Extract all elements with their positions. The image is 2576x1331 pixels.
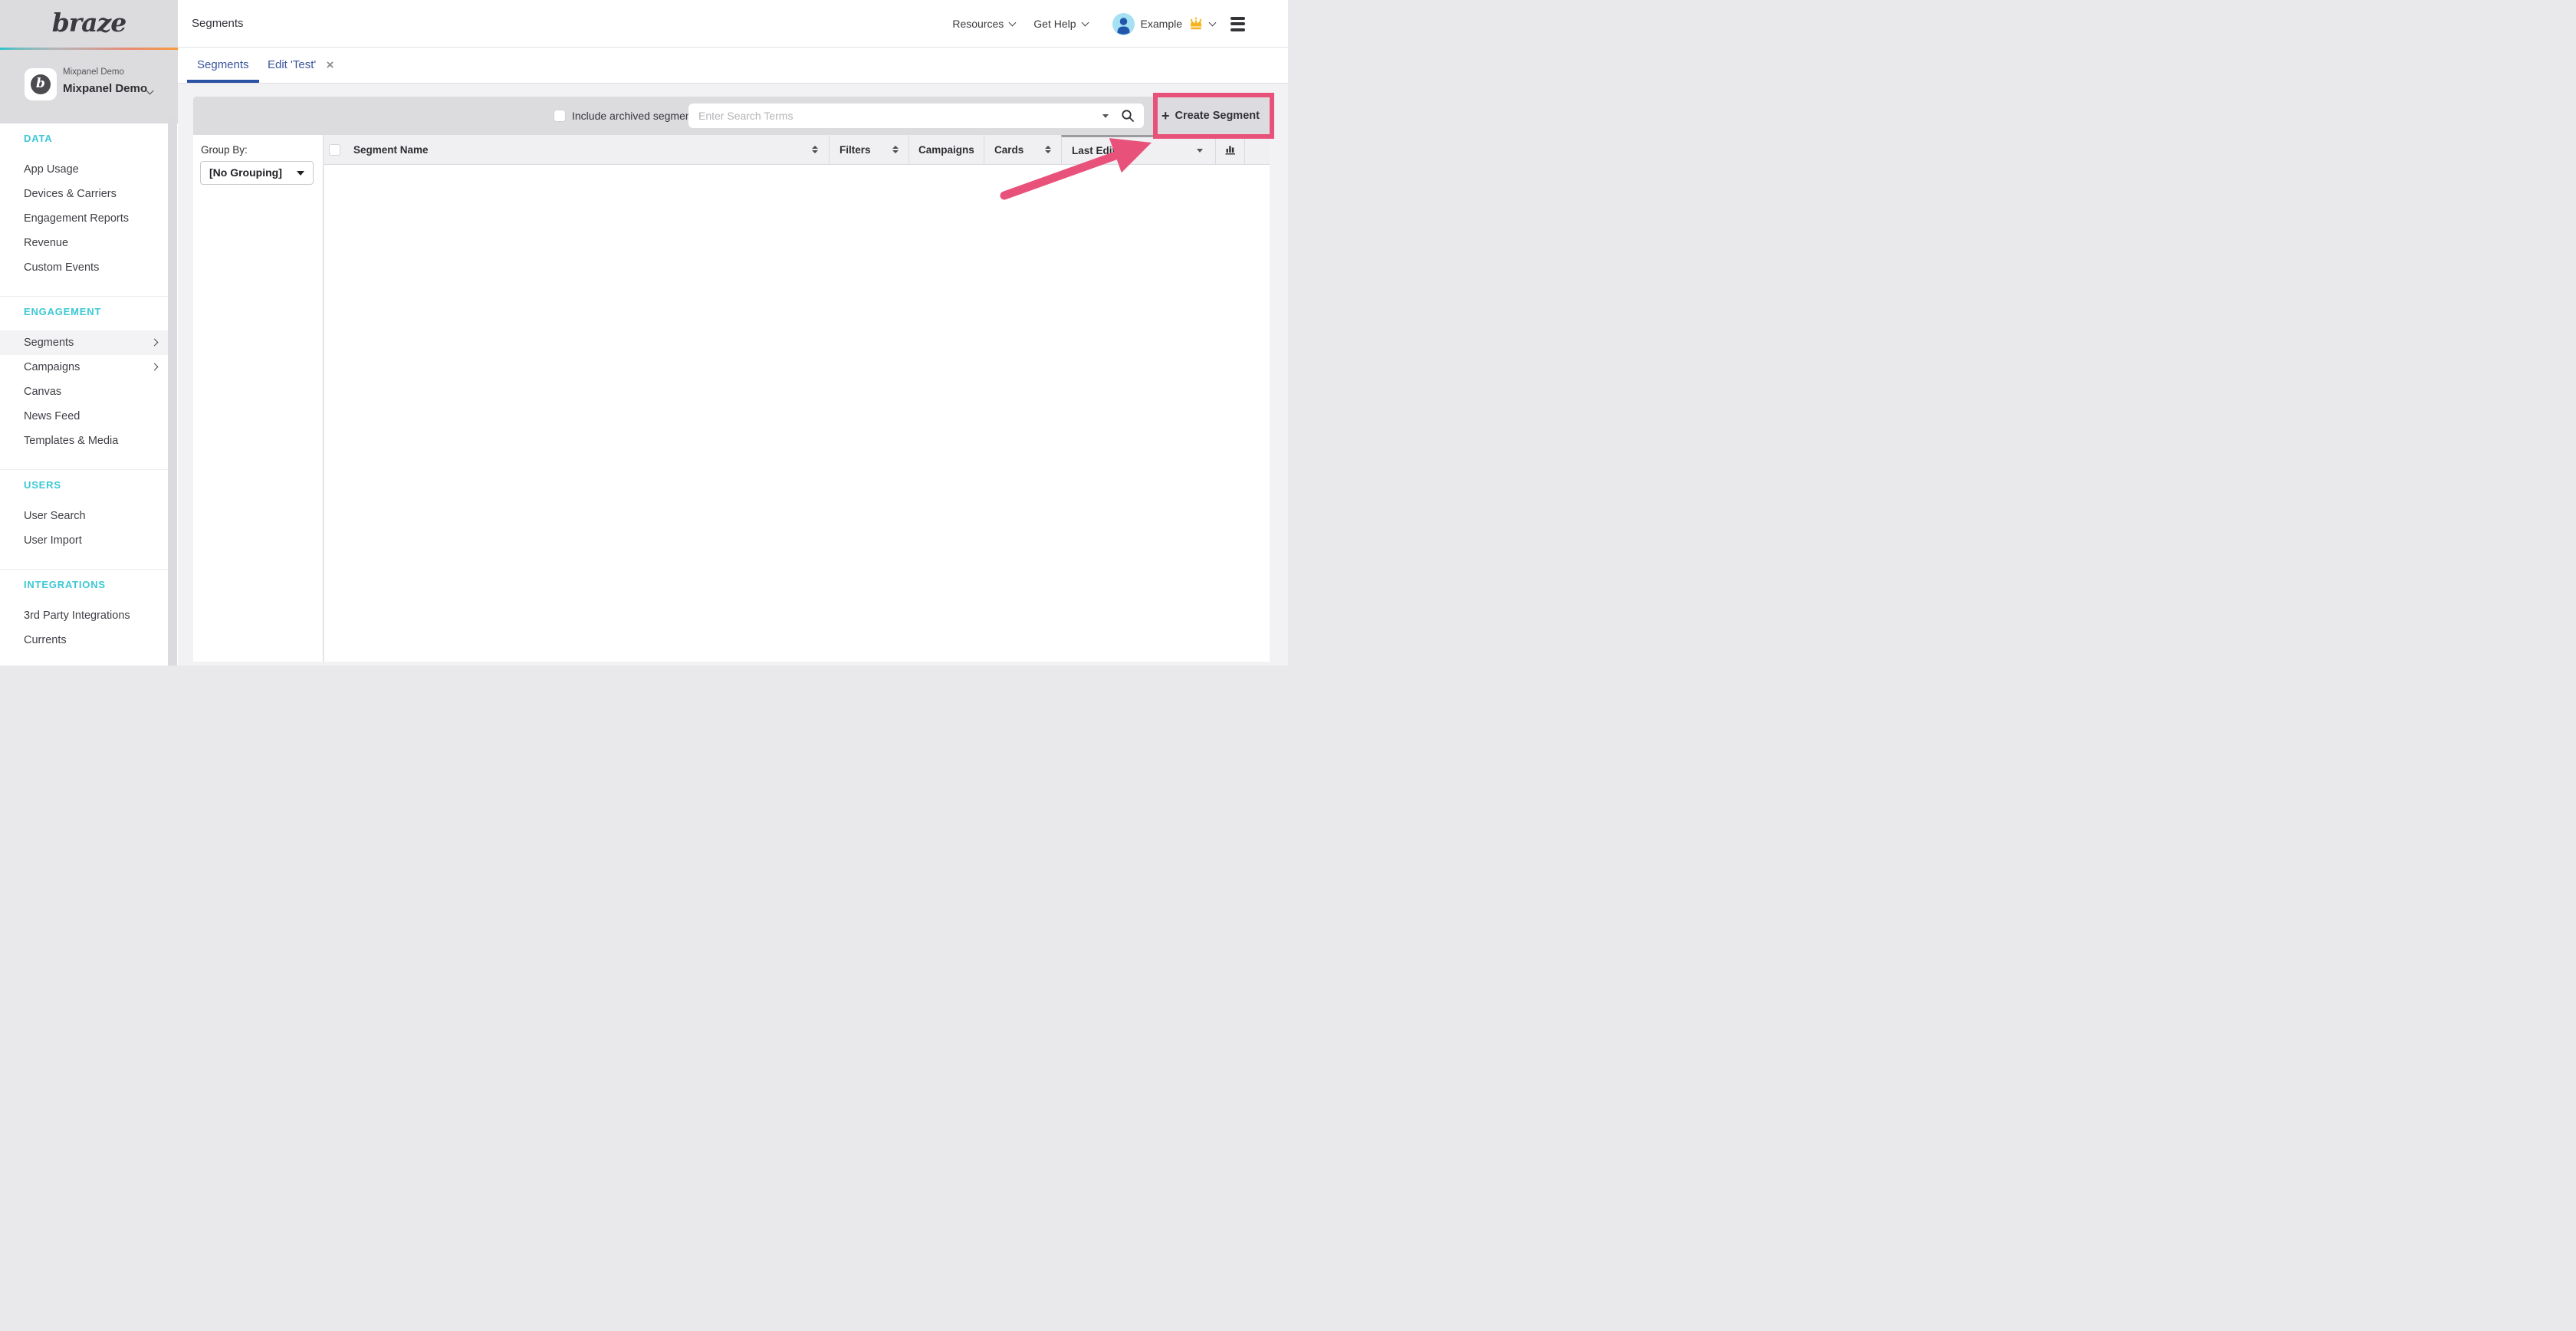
resources-label: Resources xyxy=(952,18,1004,30)
workspace-company: Mixpanel Demo xyxy=(63,67,124,77)
search-input[interactable] xyxy=(688,104,1087,128)
create-segment-label: Create Segment xyxy=(1175,110,1260,122)
sort-icon[interactable] xyxy=(812,146,818,154)
sidebar-item-campaigns[interactable]: Campaigns xyxy=(0,355,168,380)
column-label: Segment Name xyxy=(353,144,429,156)
sidebar-item-custom-events[interactable]: Custom Events xyxy=(0,255,168,280)
logo-block: braze xyxy=(0,0,178,48)
avatar xyxy=(1112,13,1135,35)
chevron-down-icon xyxy=(1009,19,1017,27)
bar-chart-icon xyxy=(1224,143,1237,156)
top-header: Segments Resources Get Help Example xyxy=(178,0,1288,48)
sidebar-item-templates-media[interactable]: Templates & Media xyxy=(0,429,168,453)
tab-label: Segments xyxy=(197,58,249,71)
user-menu[interactable]: Example xyxy=(1112,13,1215,35)
chevron-down-icon xyxy=(1209,19,1217,27)
sidebar-item-user-import[interactable]: User Import xyxy=(0,528,168,553)
column-label: Cards xyxy=(994,144,1024,156)
group-by-panel: Group By: [No Grouping] xyxy=(193,135,324,662)
include-archived-label: Include archived segments xyxy=(572,110,700,122)
get-help-menu[interactable]: Get Help xyxy=(1033,18,1087,30)
workspace-app-icon: b xyxy=(25,68,57,100)
column-label: Last Edited xyxy=(1072,145,1128,156)
plus-icon: + xyxy=(1162,109,1170,123)
nav-section-data: DATA App Usage Devices & Carriers Engage… xyxy=(0,123,168,297)
column-segment-name[interactable]: Segment Name xyxy=(344,135,829,164)
search-icon[interactable] xyxy=(1121,109,1135,123)
sidebar-item-revenue[interactable]: Revenue xyxy=(0,231,168,255)
sidebar-item-label: Segments xyxy=(24,337,74,349)
column-cards[interactable]: Cards xyxy=(984,135,1061,164)
get-help-label: Get Help xyxy=(1033,18,1076,30)
chevron-down-icon xyxy=(1081,19,1089,27)
sidebar: braze b Mixpanel Demo Mixpanel Demo DATA… xyxy=(0,0,178,666)
sort-icon[interactable] xyxy=(1045,146,1051,154)
active-tab-underline xyxy=(187,80,259,83)
chevron-right-icon xyxy=(151,339,159,347)
chevron-down-icon xyxy=(146,87,154,95)
close-icon[interactable]: × xyxy=(326,48,334,83)
braze-app: braze b Mixpanel Demo Mixpanel Demo DATA… xyxy=(0,0,1288,666)
hamburger-menu-icon[interactable] xyxy=(1230,14,1245,35)
nav-section-engagement: ENGAGEMENT Segments Campaigns Canvas New… xyxy=(0,297,168,470)
crown-icon xyxy=(1188,17,1204,31)
segments-table-header: Segment Name Filters Campaigns Cards Las… xyxy=(324,135,1270,165)
user-name: Example xyxy=(1141,18,1182,30)
select-all-checkbox[interactable] xyxy=(329,144,340,156)
sidebar-item-user-search[interactable]: User Search xyxy=(0,504,168,528)
section-heading-engagement: ENGAGEMENT xyxy=(0,297,168,326)
column-campaigns[interactable]: Campaigns xyxy=(909,135,984,164)
column-label: Campaigns xyxy=(918,144,974,156)
group-by-label: Group By: xyxy=(201,144,248,156)
section-heading-users: USERS xyxy=(0,470,168,499)
column-analytics[interactable] xyxy=(1215,135,1244,164)
tab-label: Edit 'Test' xyxy=(268,58,316,71)
sidebar-scrollbar[interactable] xyxy=(168,116,177,666)
workspace-name: Mixpanel Demo xyxy=(63,82,147,95)
dropdown-caret-icon[interactable] xyxy=(1197,149,1203,153)
search-dropdown-caret-icon[interactable] xyxy=(1102,114,1109,118)
include-archived-checkbox[interactable] xyxy=(554,110,566,122)
sort-icon[interactable] xyxy=(892,146,899,154)
select-all-cell xyxy=(324,135,344,164)
nav-section-users: USERS User Search User Import xyxy=(0,470,168,570)
resources-menu[interactable]: Resources xyxy=(952,18,1015,30)
sidebar-item-engagement-reports[interactable]: Engagement Reports xyxy=(0,206,168,231)
tabs-bar: Segments Edit 'Test' × xyxy=(178,48,1288,84)
sidebar-item-devices-carriers[interactable]: Devices & Carriers xyxy=(0,182,168,206)
column-label: Filters xyxy=(840,144,871,156)
sidebar-item-segments[interactable]: Segments xyxy=(0,330,168,355)
top-nav: Resources Get Help Example xyxy=(952,0,1288,48)
column-last-edited[interactable]: Last Edited xyxy=(1061,135,1215,164)
segment-search-box xyxy=(688,104,1144,128)
sidebar-item-currents[interactable]: Currents xyxy=(0,628,168,652)
chevron-right-icon xyxy=(151,363,159,371)
group-by-value: [No Grouping] xyxy=(209,162,282,184)
dropdown-caret-icon xyxy=(297,171,304,176)
braze-logo: braze xyxy=(0,0,178,46)
braze-b-icon: b xyxy=(31,74,51,94)
create-segment-button[interactable]: + Create Segment xyxy=(1159,100,1262,132)
page-title: Segments xyxy=(192,0,244,48)
sidebar-item-news-feed[interactable]: News Feed xyxy=(0,404,168,429)
column-extra xyxy=(1244,135,1270,164)
section-heading-integrations: INTEGRATIONS xyxy=(0,570,168,599)
sidebar-item-label: Campaigns xyxy=(24,361,80,373)
column-filters[interactable]: Filters xyxy=(829,135,909,164)
sidebar-nav: DATA App Usage Devices & Carriers Engage… xyxy=(0,123,168,666)
sidebar-item-3rd-party-integrations[interactable]: 3rd Party Integrations xyxy=(0,603,168,628)
workspace-switcher[interactable]: b Mixpanel Demo Mixpanel Demo xyxy=(0,50,178,123)
section-heading-data: DATA xyxy=(0,123,168,153)
segments-table-body xyxy=(324,165,1270,662)
group-by-dropdown[interactable]: [No Grouping] xyxy=(200,161,314,185)
tab-segments[interactable]: Segments xyxy=(187,48,259,83)
sidebar-item-app-usage[interactable]: App Usage xyxy=(0,157,168,182)
nav-section-integrations: INTEGRATIONS 3rd Party Integrations Curr… xyxy=(0,570,168,666)
segments-toolbar: Include archived segments + Create Segme… xyxy=(193,97,1270,135)
include-archived-control: Include archived segments xyxy=(554,110,700,122)
sidebar-item-canvas[interactable]: Canvas xyxy=(0,380,168,404)
tab-edit-test[interactable]: Edit 'Test' × xyxy=(264,48,337,83)
